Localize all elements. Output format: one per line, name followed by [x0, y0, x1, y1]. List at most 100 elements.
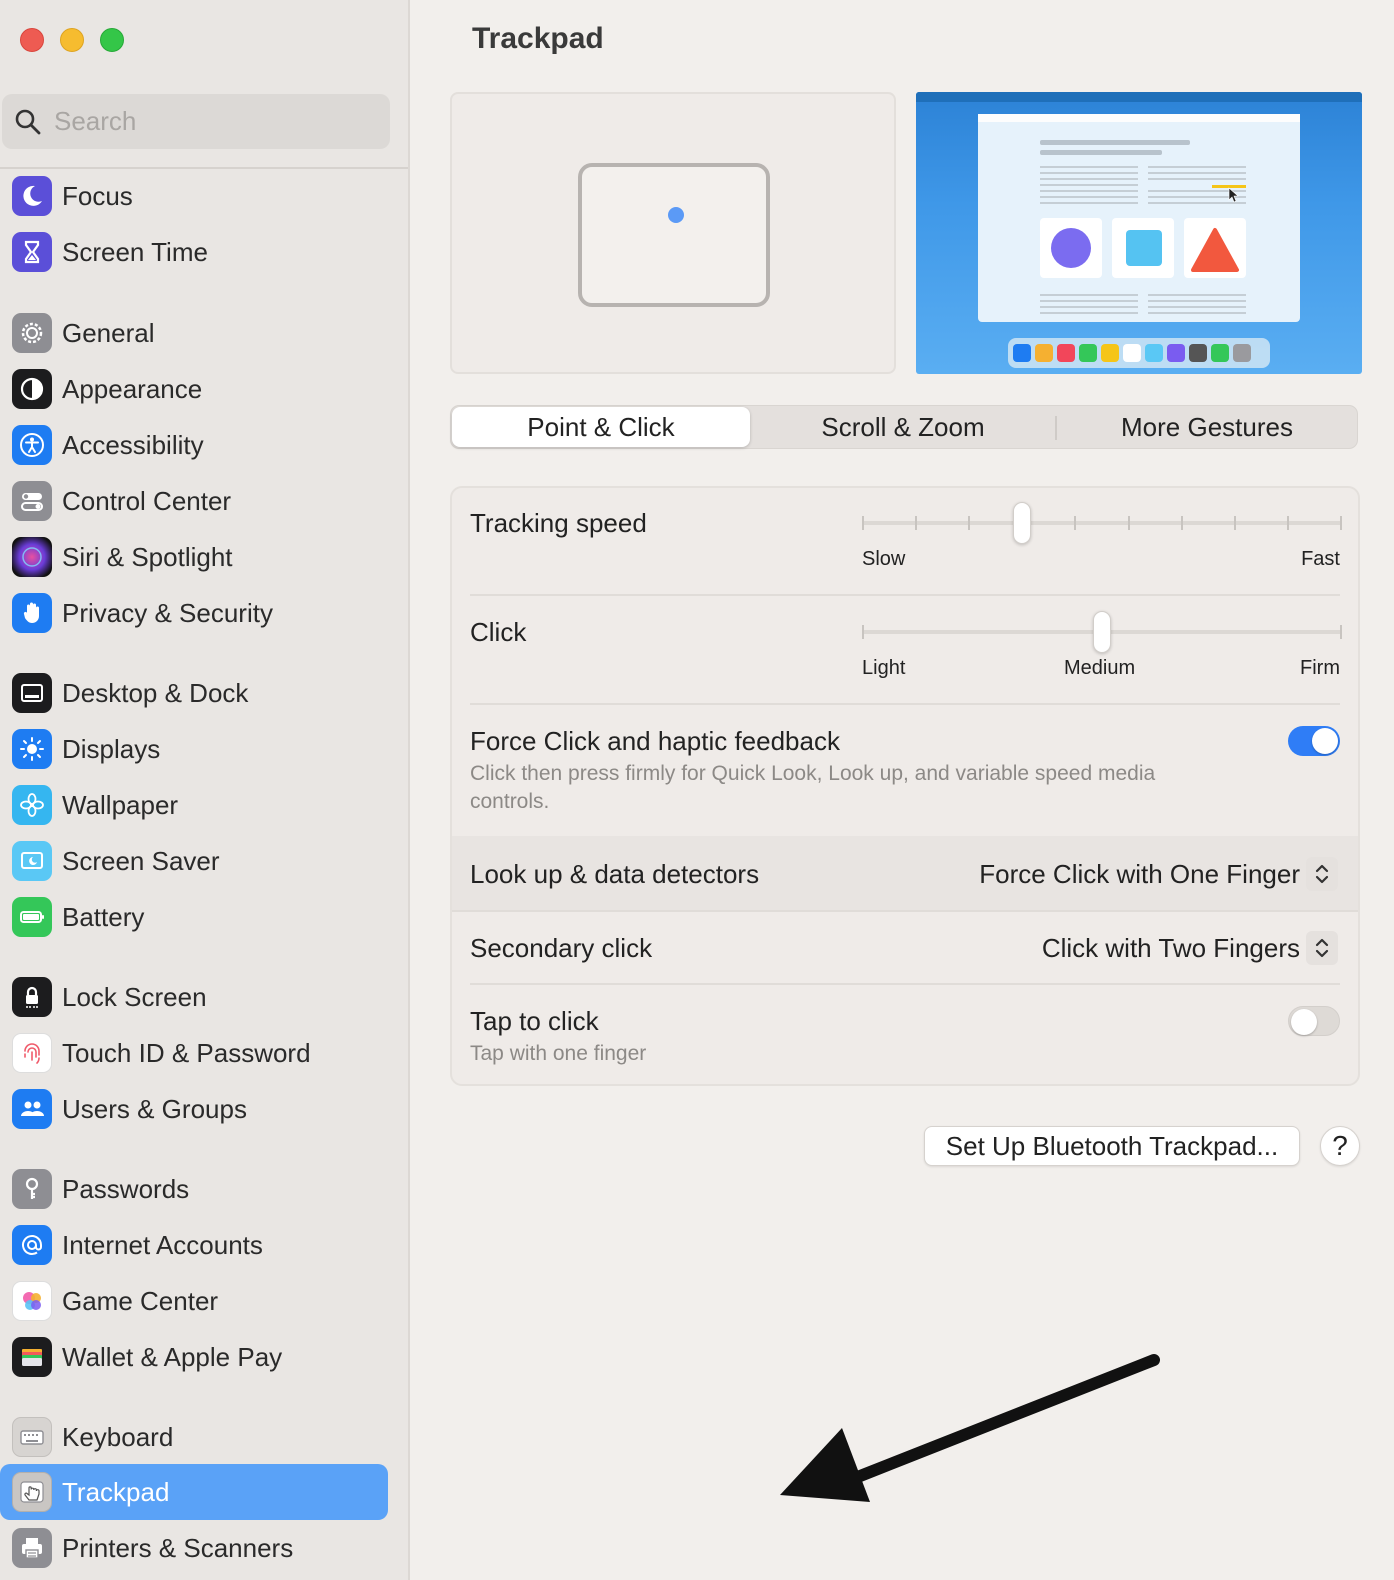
tap-to-click-description: Tap with one finger — [470, 1042, 647, 1065]
sidebar-item-label: Internet Accounts — [62, 1229, 263, 1260]
sidebar-item-displays[interactable]: Displays — [0, 721, 388, 777]
help-button[interactable]: ? — [1320, 1126, 1360, 1166]
sidebar-item-desktop-dock[interactable]: Desktop & Dock — [0, 665, 388, 721]
window-controls — [20, 28, 124, 52]
sidebar-item-label: Battery — [62, 901, 145, 932]
trackpad-gesture-preview — [450, 92, 896, 374]
tracking-slow-label: Slow — [862, 548, 906, 570]
sidebar-item-label: Lock Screen — [62, 981, 207, 1012]
zoom-window-button[interactable] — [100, 28, 124, 52]
sidebar-item-appearance[interactable]: Appearance — [0, 361, 388, 417]
search-input[interactable] — [54, 106, 354, 137]
sun-icon — [12, 729, 52, 769]
sidebar-item-label: Desktop & Dock — [62, 677, 249, 708]
secondary-click-label: Secondary click — [470, 933, 653, 963]
sidebar: Focus Screen Time General Appearance — [0, 0, 410, 1580]
sidebar-item-wallpaper[interactable]: Wallpaper — [0, 777, 388, 833]
force-click-toggle[interactable] — [1288, 726, 1340, 756]
tracking-speed-slider[interactable] — [862, 502, 1342, 544]
search-icon — [15, 109, 41, 134]
settings-panel: Tracking speed Slow Fast Click Light Med… — [450, 486, 1360, 1086]
lookup-popup[interactable]: Force Click with One Finger — [979, 857, 1338, 891]
keyboard-icon — [12, 1417, 52, 1457]
main-content: Trackpad Point & Click Scroll & Zoom Mor… — [410, 0, 1394, 1580]
finger-dot — [668, 207, 684, 223]
slider-tick — [968, 516, 971, 530]
slider-tick — [915, 516, 918, 530]
hand-icon — [12, 593, 52, 633]
tap-to-click-toggle[interactable] — [1288, 1006, 1340, 1036]
row-divider — [470, 594, 1340, 596]
sidebar-item-internet-accounts[interactable]: Internet Accounts — [0, 1217, 388, 1273]
sidebar-item-label: Displays — [62, 733, 161, 764]
sidebar-item-label: Privacy & Security — [62, 597, 273, 628]
lock-icon — [12, 977, 52, 1017]
click-firm-label: Firm — [1300, 657, 1340, 679]
sidebar-item-focus[interactable]: Focus — [0, 168, 388, 224]
secondary-click-popup[interactable]: Click with Two Fingers — [1042, 931, 1338, 965]
sidebar-item-wallet-apple-pay[interactable]: Wallet & Apple Pay — [0, 1329, 388, 1385]
row-divider — [452, 910, 1358, 912]
sidebar-item-control-center[interactable]: Control Center — [0, 473, 388, 529]
sidebar-item-siri-spotlight[interactable]: Siri & Spotlight — [0, 529, 388, 585]
sidebar-item-privacy-security[interactable]: Privacy & Security — [0, 585, 388, 641]
tracking-fast-label: Fast — [1301, 548, 1340, 570]
sidebar-item-printers-scanners[interactable]: Printers & Scanners — [0, 1520, 388, 1576]
lookup-value: Force Click with One Finger — [979, 858, 1300, 889]
setup-bluetooth-trackpad-button[interactable]: Set Up Bluetooth Trackpad... — [924, 1126, 1300, 1166]
slider-track — [862, 521, 1342, 525]
gear-icon — [12, 313, 52, 353]
wallet-icon — [12, 1337, 52, 1377]
tracking-speed-label: Tracking speed — [470, 508, 647, 538]
chevron-up-down-icon — [1306, 857, 1338, 891]
sidebar-item-screen-saver[interactable]: Screen Saver — [0, 833, 388, 889]
sidebar-item-battery[interactable]: Battery — [0, 889, 388, 945]
slider-tick — [1074, 516, 1077, 530]
users-icon — [12, 1089, 52, 1129]
key-icon — [12, 1169, 52, 1209]
sidebar-item-keyboard[interactable]: Keyboard — [0, 1409, 388, 1465]
sidebar-item-label: Wallet & Apple Pay — [62, 1341, 283, 1372]
sidebar-item-label: Screen Time — [62, 236, 208, 267]
preview-window-illustration — [978, 114, 1300, 368]
sidebar-item-label: Keyboard — [62, 1421, 174, 1452]
minimize-window-button[interactable] — [60, 28, 84, 52]
sidebar-item-accessibility[interactable]: Accessibility — [0, 417, 388, 473]
sidebar-item-screen-time[interactable]: Screen Time — [0, 224, 388, 280]
sidebar-item-label: Accessibility — [62, 429, 204, 460]
sidebar-item-trackpad[interactable]: Trackpad — [0, 1464, 388, 1520]
lookup-label: Look up & data detectors — [470, 859, 760, 889]
close-window-button[interactable] — [20, 28, 44, 52]
appearance-icon — [12, 369, 52, 409]
slider-tick — [862, 625, 864, 639]
sidebar-item-label: Users & Groups — [62, 1093, 247, 1124]
sidebar-item-label: Screen Saver — [62, 845, 220, 876]
tab-more-gestures[interactable]: More Gestures — [1057, 406, 1357, 448]
slider-tick — [1180, 516, 1183, 530]
sidebar-item-users-groups[interactable]: Users & Groups — [0, 1081, 388, 1137]
sidebar-item-label: Focus — [62, 180, 133, 211]
sidebar-item-label: Printers & Scanners — [62, 1532, 294, 1563]
click-pressure-slider[interactable] — [862, 611, 1342, 653]
sidebar-item-label: Appearance — [62, 373, 203, 404]
slider-knob[interactable] — [1093, 611, 1111, 653]
chevron-up-down-icon — [1306, 931, 1338, 965]
tab-point-click[interactable]: Point & Click — [452, 407, 750, 447]
sidebar-item-general[interactable]: General — [0, 305, 388, 361]
trackpad-icon — [12, 1472, 52, 1512]
search-field[interactable] — [2, 94, 390, 149]
slider-knob[interactable] — [1013, 502, 1032, 544]
slider-tick — [1127, 516, 1130, 530]
sidebar-item-passwords[interactable]: Passwords — [0, 1161, 388, 1217]
sidebar-item-game-center[interactable]: Game Center — [0, 1273, 388, 1329]
secondary-click-value: Click with Two Fingers — [1041, 932, 1300, 963]
control-center-icon — [12, 481, 52, 521]
annotation-arrow-icon — [780, 1354, 1160, 1502]
sidebar-item-label: Game Center — [62, 1285, 219, 1316]
siri-icon — [12, 537, 52, 577]
flower-icon — [12, 785, 52, 825]
sidebar-item-lock-screen[interactable]: Lock Screen — [0, 969, 388, 1025]
tap-to-click-label: Tap to click — [470, 1006, 599, 1036]
tab-scroll-zoom[interactable]: Scroll & Zoom — [751, 406, 1055, 448]
sidebar-item-touch-id-password[interactable]: Touch ID & Password — [0, 1025, 388, 1081]
